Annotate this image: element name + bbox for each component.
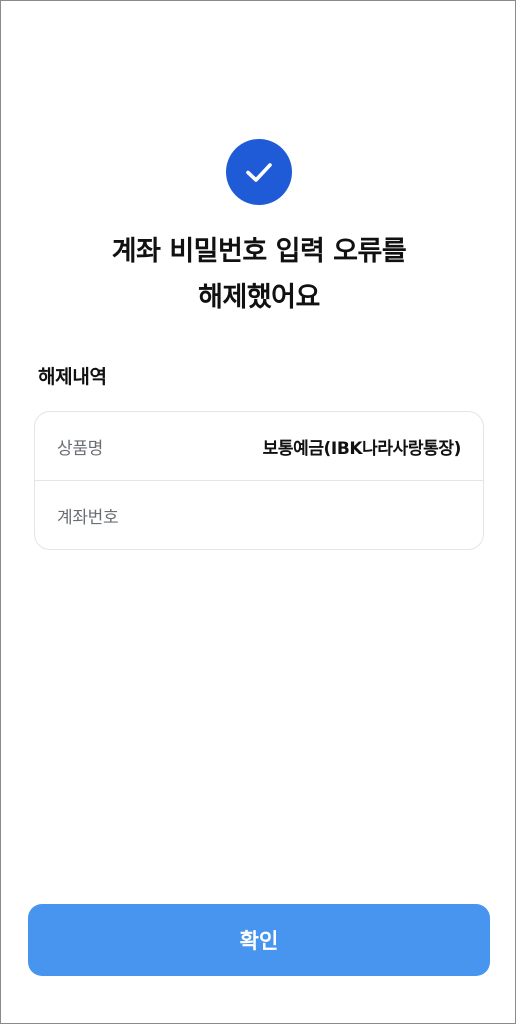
section-label: 해제내역 <box>38 366 107 388</box>
details-card: 상품명 보통예금(IBK나라사랑통장) 계좌번호 <box>34 411 484 550</box>
confirm-button[interactable]: 확인 <box>28 904 490 976</box>
page-title: 계좌 비밀번호 입력 오류를 해제했어요 <box>1 229 516 321</box>
success-badge <box>226 139 292 205</box>
product-name-value: 보통예금(IBK나라사랑통장) <box>262 438 462 459</box>
account-number-label: 계좌번호 <box>57 508 119 528</box>
page-title-line2: 해제했어요 <box>198 282 320 313</box>
page-title-line1: 계좌 비밀번호 입력 오류를 <box>111 236 407 267</box>
detail-row-account: 계좌번호 <box>35 481 483 550</box>
check-icon <box>246 163 272 182</box>
detail-row-product: 상품명 보통예금(IBK나라사랑통장) <box>35 412 483 481</box>
product-name-label: 상품명 <box>57 438 104 459</box>
screen: 계좌 비밀번호 입력 오류를 해제했어요 해제내역 상품명 보통예금(IBK나라… <box>0 0 516 1024</box>
